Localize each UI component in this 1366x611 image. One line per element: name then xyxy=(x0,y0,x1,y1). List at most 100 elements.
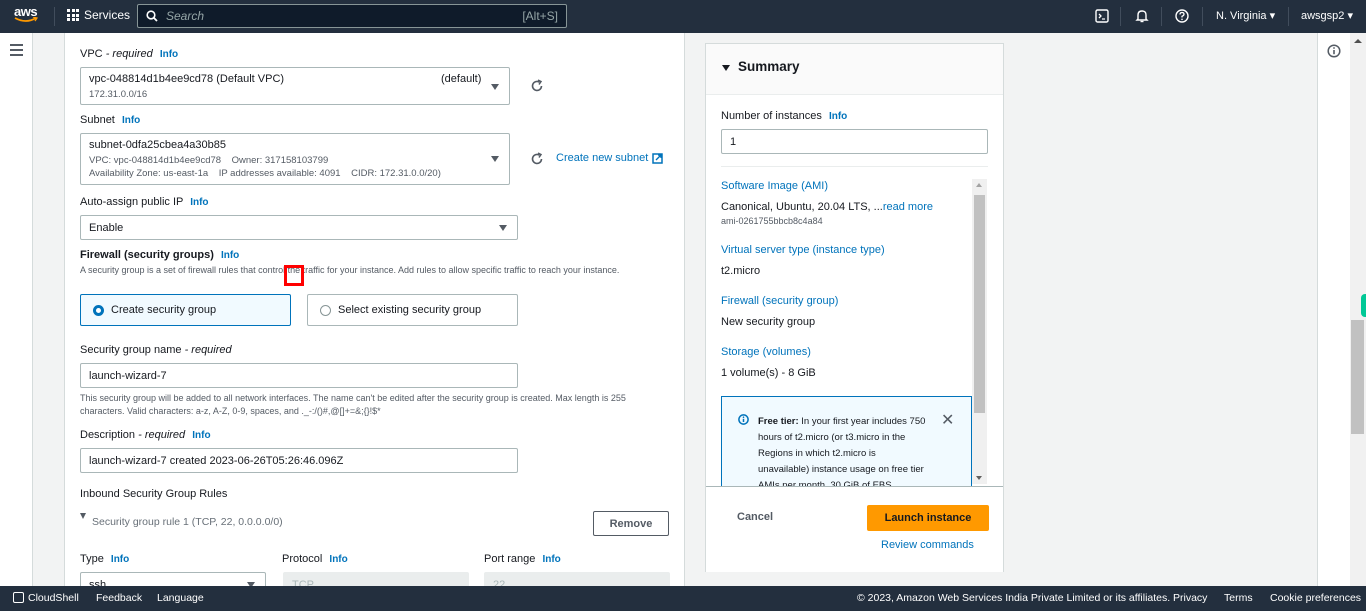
firewall-description: A security group is a set of firewall ru… xyxy=(80,265,620,275)
caret-down-icon xyxy=(491,156,499,162)
rule-type-label: Type Info xyxy=(80,553,130,565)
region-selector[interactable]: N. Virginia ▾ xyxy=(1216,9,1275,22)
nav-divider xyxy=(1161,7,1162,26)
inbound-rules-title: Inbound Security Group Rules xyxy=(80,488,228,500)
instances-label: Number of instances Info xyxy=(721,110,848,122)
close-icon[interactable]: ✕ xyxy=(941,410,954,430)
ami-link[interactable]: Software Image (AMI) xyxy=(721,180,828,192)
caret-down-icon xyxy=(722,65,730,71)
sg-description-info-link[interactable]: Info xyxy=(192,430,210,441)
network-settings-panel: VPC - required Info vpc-048814d1b4ee9cd7… xyxy=(64,33,685,586)
vpc-select[interactable]: vpc-048814d1b4ee9cd78 (Default VPC) (def… xyxy=(80,67,510,105)
terms-link[interactable]: Terms xyxy=(1224,592,1253,604)
language-link[interactable]: Language xyxy=(157,592,204,604)
rail-divider xyxy=(32,33,33,586)
feedback-tab[interactable] xyxy=(1361,294,1366,317)
info-icon xyxy=(738,414,749,425)
account-menu[interactable]: awsgsp2 ▾ xyxy=(1301,9,1353,22)
instances-input[interactable]: 1 xyxy=(721,129,988,154)
copyright-text: © 2023, Amazon Web Services India Privat… xyxy=(857,592,1171,604)
remove-rule-button[interactable]: Remove xyxy=(593,511,669,536)
scrollbar-thumb[interactable] xyxy=(1351,320,1364,434)
review-commands-link[interactable]: Review commands xyxy=(881,539,974,551)
divider xyxy=(721,166,988,167)
sg-name-label: Security group name - required xyxy=(80,344,232,356)
scroll-down-icon xyxy=(976,476,982,480)
summary-actions: Cancel Launch instance Review commands xyxy=(706,486,1003,572)
refresh-subnet-icon[interactable] xyxy=(530,152,544,166)
hamburger-menu-icon[interactable] xyxy=(10,44,23,59)
aws-logo[interactable]: aws xyxy=(14,5,40,27)
ami-id: ami-0261755bbcb8c4a84 xyxy=(721,216,823,226)
instance-type-link[interactable]: Virtual server type (instance type) xyxy=(721,244,885,256)
scrollbar-thumb[interactable] xyxy=(974,195,985,413)
privacy-link[interactable]: Privacy xyxy=(1173,592,1207,604)
cookie-preferences-link[interactable]: Cookie preferences xyxy=(1270,592,1361,604)
public-ip-label: Auto-assign public IP Info xyxy=(80,196,209,208)
public-ip-info-link[interactable]: Info xyxy=(190,197,208,208)
cloudshell-link[interactable]: CloudShell xyxy=(13,592,79,604)
rule-port-label: Port range Info xyxy=(484,553,561,565)
caret-down-icon: ▾ xyxy=(1269,10,1276,22)
caret-down-icon xyxy=(499,225,507,231)
feedback-link[interactable]: Feedback xyxy=(96,592,142,604)
sg-description-label: Description - required Info xyxy=(80,429,211,441)
rule-port-input: 22 xyxy=(484,572,670,586)
rule-protocol-label: Protocol Info xyxy=(282,553,348,565)
help-icon[interactable] xyxy=(1174,8,1190,24)
rule-port-info-link[interactable]: Info xyxy=(542,554,560,565)
radio-selected-icon xyxy=(93,304,104,316)
select-existing-security-group-option[interactable]: Select existing security group xyxy=(307,294,518,326)
firewall-value: New security group xyxy=(721,316,816,328)
storage-value: 1 volume(s) - 8 GiB xyxy=(721,367,816,379)
vpc-info-link[interactable]: Info xyxy=(160,49,178,60)
rule-type-select[interactable]: ssh xyxy=(80,572,266,586)
ami-value: Canonical, Ubuntu, 20.04 LTS, ...read mo… xyxy=(721,201,933,213)
firewall-link[interactable]: Firewall (security group) xyxy=(721,295,838,307)
scroll-up-icon xyxy=(976,183,982,187)
sg-description-input[interactable]: launch-wizard-7 created 2023-06-26T05:26… xyxy=(80,448,518,473)
rule-type-info-link[interactable]: Info xyxy=(111,554,129,565)
search-input[interactable]: Search [Alt+S] xyxy=(137,4,567,28)
summary-header[interactable]: Summary xyxy=(706,44,1003,95)
bell-icon[interactable] xyxy=(1134,8,1150,24)
footer: CloudShell Feedback Language © 2023, Ama… xyxy=(0,586,1366,611)
search-icon xyxy=(146,10,158,22)
cloudshell-icon[interactable] xyxy=(1094,8,1110,24)
sg-name-help: This security group will be added to all… xyxy=(80,393,626,416)
storage-link[interactable]: Storage (volumes) xyxy=(721,346,811,358)
services-menu-button[interactable]: Services xyxy=(67,8,130,22)
read-more-link[interactable]: read more xyxy=(883,201,933,213)
grid-icon xyxy=(67,9,79,21)
caret-down-icon xyxy=(491,84,499,90)
create-security-group-option[interactable]: Create security group xyxy=(80,294,291,326)
summary-panel: Summary Number of instances Info 1 Softw… xyxy=(705,43,1004,572)
sg-name-input[interactable]: launch-wizard-7 xyxy=(80,363,518,388)
nav-divider xyxy=(1120,7,1121,26)
create-new-subnet-link[interactable]: Create new subnet xyxy=(556,152,664,164)
nav-divider xyxy=(1202,7,1203,26)
subnet-select[interactable]: subnet-0dfa25cbea4a30b85 VPC: vpc-048814… xyxy=(80,133,510,185)
summary-scrollbar[interactable] xyxy=(972,179,987,484)
top-navigation: aws Services Search [Alt+S] N. Virginia … xyxy=(0,0,1366,33)
scroll-up-icon xyxy=(1354,39,1362,43)
cancel-button[interactable]: Cancel xyxy=(737,511,773,523)
firewall-label: Firewall (security groups) Info xyxy=(80,249,240,261)
cloudshell-icon xyxy=(13,592,24,603)
free-tier-alert: Free tier: In your first year includes 7… xyxy=(721,396,972,487)
right-help-rail xyxy=(1317,33,1350,586)
rule-protocol-input: TCP xyxy=(283,572,469,586)
public-ip-select[interactable]: Enable xyxy=(80,215,518,240)
firewall-info-link[interactable]: Info xyxy=(221,250,239,261)
launch-instance-button[interactable]: Launch instance xyxy=(867,505,989,531)
external-link-icon xyxy=(652,152,664,164)
refresh-vpc-icon[interactable] xyxy=(530,79,544,93)
info-panel-icon[interactable] xyxy=(1327,44,1341,58)
security-group-rule-toggle[interactable]: Security group rule 1 (TCP, 22, 0.0.0.0/… xyxy=(80,511,283,528)
instances-info-link[interactable]: Info xyxy=(829,111,847,122)
nav-divider xyxy=(54,7,55,26)
rule-protocol-info-link[interactable]: Info xyxy=(329,554,347,565)
subnet-info-link[interactable]: Info xyxy=(122,115,140,126)
nav-divider xyxy=(1288,7,1289,26)
vpc-label: VPC - required Info xyxy=(80,48,179,60)
